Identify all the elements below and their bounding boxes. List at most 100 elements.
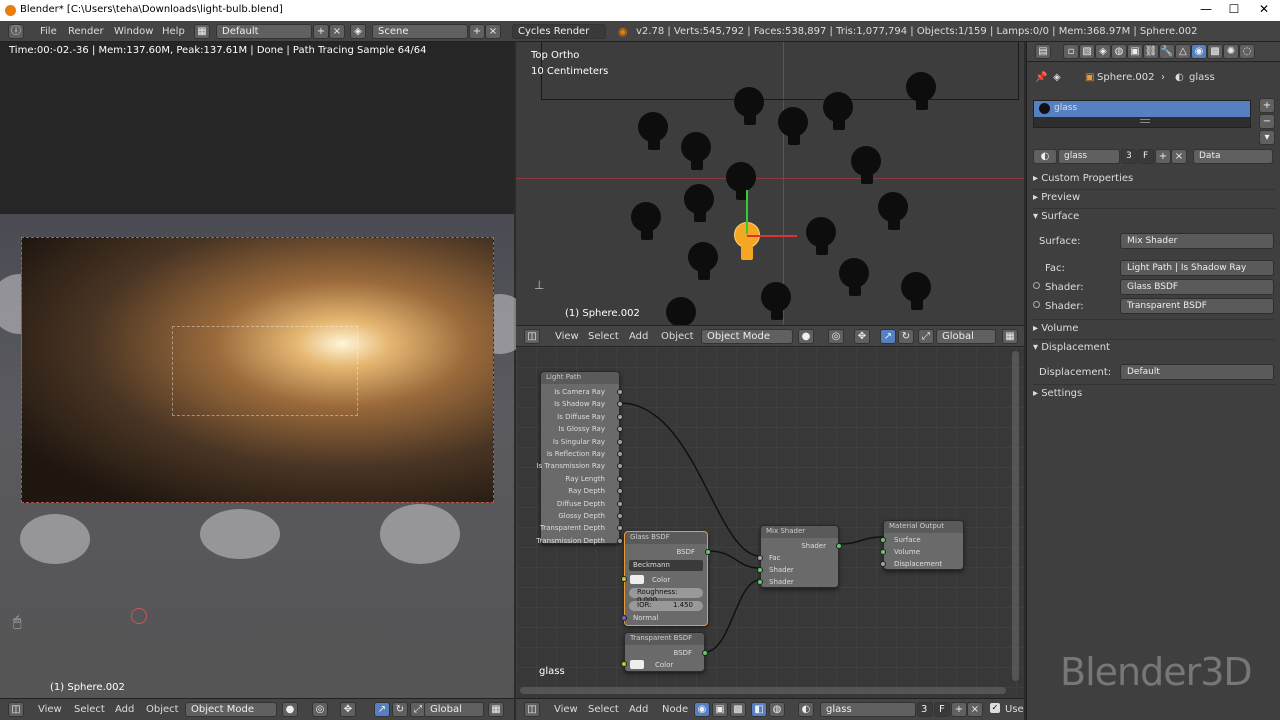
shading-icon[interactable]: ● (282, 702, 298, 717)
layers-icon[interactable]: ▦ (488, 702, 504, 717)
socket[interactable] (617, 513, 623, 519)
panel-volume[interactable]: ▸ Volume (1033, 323, 1275, 334)
socket[interactable] (617, 439, 623, 445)
socket[interactable] (880, 561, 886, 567)
remove-layout-button[interactable]: × (329, 24, 345, 39)
shader1-select[interactable]: Glass BSDF (1120, 279, 1274, 295)
socket[interactable] (617, 538, 623, 544)
physics-tab-icon[interactable]: ◌ (1239, 44, 1255, 59)
breadcrumb-material[interactable]: glass (1189, 72, 1215, 83)
socket[interactable] (836, 543, 842, 549)
editor-type-icon[interactable]: ▤ (1035, 44, 1051, 59)
displacement-select[interactable]: Default (1120, 364, 1274, 380)
transparent-bsdf-node[interactable]: Transparent BSDF BSDF Color (621, 632, 708, 672)
menu-add[interactable]: Add (629, 331, 648, 342)
modifiers-tab-icon[interactable]: 🔧 (1159, 44, 1175, 59)
material-output-node[interactable]: Material Output Surface Volume Displacem… (880, 520, 964, 570)
particles-tab-icon[interactable]: ✺ (1223, 44, 1239, 59)
menu-select[interactable]: Select (588, 331, 619, 342)
material-slot-selected[interactable]: glass (1034, 101, 1250, 117)
material-name-field[interactable]: glass (820, 702, 916, 717)
orientation-select[interactable]: Global (424, 702, 484, 717)
menu-object[interactable]: Object (661, 331, 694, 342)
material-tab-icon[interactable]: ◉ (1191, 44, 1207, 59)
layout-icon[interactable]: ▦ (194, 24, 210, 39)
socket[interactable] (880, 537, 886, 543)
manipulator-icon[interactable]: ✥ (340, 702, 356, 717)
surface-shader-select[interactable]: Mix Shader (1120, 233, 1274, 249)
render-tab-icon[interactable]: ▫ (1063, 44, 1079, 59)
orientation-select[interactable]: Global (936, 329, 996, 344)
socket[interactable] (705, 549, 711, 555)
material-browse-icon[interactable]: ◐ (798, 702, 814, 717)
material-name-field[interactable]: glass (1058, 149, 1120, 164)
socket[interactable] (617, 476, 623, 482)
scene-icon[interactable]: ◈ (350, 24, 366, 39)
node-editor[interactable]: Light Path Is Camera Ray Is Shadow Ray I… (516, 347, 1024, 698)
socket[interactable] (880, 549, 886, 555)
editor-type-icon[interactable]: ◫ (524, 702, 540, 717)
pivot-icon[interactable]: ◎ (828, 329, 844, 344)
rotate-icon[interactable]: ↻ (898, 329, 914, 344)
socket[interactable] (757, 579, 763, 585)
shader-nodes-icon[interactable]: ◉ (694, 702, 710, 717)
remove-slot-button[interactable]: − (1259, 114, 1275, 129)
horizontal-scrollbar[interactable] (520, 687, 1006, 694)
fac-input-select[interactable]: Light Path | Is Shadow Ray (1120, 260, 1274, 276)
glass-bsdf-node[interactable]: Glass BSDF BSDF Beckmann Color Roughness… (621, 531, 711, 626)
compositing-icon[interactable]: ▣ (712, 702, 728, 717)
layout-field[interactable]: Default (216, 24, 312, 39)
socket[interactable] (757, 555, 763, 561)
menu-view[interactable]: View (555, 331, 579, 342)
socket[interactable] (617, 389, 623, 395)
mode-select[interactable]: Object Mode (185, 702, 277, 717)
scale-icon[interactable]: ⤢ (918, 329, 934, 344)
users-count[interactable]: 3 (1121, 149, 1137, 164)
socket[interactable] (617, 451, 623, 457)
unlink-material-button[interactable]: × (1171, 149, 1187, 164)
socket[interactable] (617, 426, 623, 432)
editor-type-icon[interactable]: ◫ (8, 702, 24, 717)
rotate-icon[interactable]: ↻ (392, 702, 408, 717)
new-material-button[interactable]: + (1155, 149, 1171, 164)
pivot-icon[interactable]: ◎ (312, 702, 328, 717)
viewport-camera[interactable]: Time:00:-02.-36 | Mem:137.60M, Peak:137.… (0, 42, 530, 698)
material-slot-list[interactable]: glass (1033, 100, 1251, 128)
add-material-button[interactable]: + (951, 702, 967, 717)
users-count[interactable]: 3 (917, 702, 933, 717)
socket[interactable] (757, 567, 763, 573)
socket[interactable] (621, 615, 627, 621)
menu-file[interactable]: File (40, 26, 57, 37)
ior-slider[interactable]: IOR: 1.450 (629, 601, 703, 611)
socket[interactable] (621, 661, 627, 667)
add-slot-button[interactable]: + (1259, 98, 1275, 113)
panel-settings[interactable]: ▸ Settings (1033, 388, 1275, 399)
translate-icon[interactable]: ↗ (880, 329, 896, 344)
editor-type-icon[interactable]: ◫ (524, 329, 540, 344)
menu-add[interactable]: Add (629, 704, 648, 715)
scene-field[interactable]: Scene (372, 24, 468, 39)
socket[interactable] (702, 650, 708, 656)
socket[interactable] (617, 488, 623, 494)
world-tab-icon[interactable]: ◍ (1111, 44, 1127, 59)
fake-user-button[interactable]: F (934, 702, 950, 717)
shader2-select[interactable]: Transparent BSDF (1120, 298, 1274, 314)
light-path-node[interactable]: Light Path Is Camera Ray Is Shadow Ray I… (536, 371, 623, 545)
breadcrumb-object[interactable]: Sphere.002 (1097, 72, 1155, 83)
mode-select[interactable]: Object Mode (701, 329, 793, 344)
panel-surface[interactable]: ▾ Surface (1033, 211, 1275, 222)
distribution-select[interactable]: Beckmann (629, 560, 703, 571)
unlink-material-button[interactable]: × (967, 702, 983, 717)
object-shader-icon[interactable]: ◧ (751, 702, 767, 717)
constraints-tab-icon[interactable]: ⛓ (1143, 44, 1159, 59)
object-tab-icon[interactable]: ▣ (1127, 44, 1143, 59)
socket[interactable] (621, 576, 627, 582)
menu-view[interactable]: View (554, 704, 578, 715)
layers-tab-icon[interactable]: ▧ (1079, 44, 1095, 59)
use-nodes-checkbox[interactable]: ✓ (990, 703, 1000, 713)
socket[interactable] (617, 414, 623, 420)
remove-scene-button[interactable]: × (485, 24, 501, 39)
menu-object[interactable]: Object (146, 704, 179, 715)
world-shader-icon[interactable]: ◍ (769, 702, 785, 717)
socket[interactable] (617, 501, 623, 507)
